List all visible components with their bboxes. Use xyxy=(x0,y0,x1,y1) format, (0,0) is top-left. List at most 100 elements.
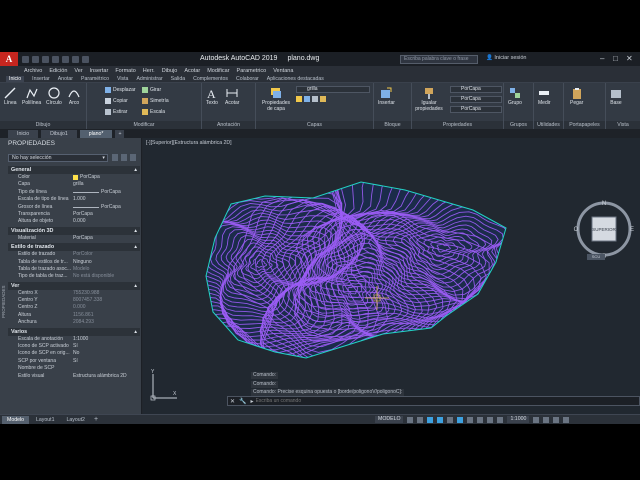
move-button[interactable]: Desplazar xyxy=(105,87,136,93)
tab-aplicaciones[interactable]: Aplicaciones destacadas xyxy=(267,76,324,82)
save-icon[interactable] xyxy=(42,55,49,63)
menu-insertar[interactable]: Insertar xyxy=(90,68,109,74)
property-value[interactable]: Sí xyxy=(73,343,140,350)
rotate-button[interactable]: Girar xyxy=(142,87,161,93)
property-row[interactable]: Estilo visual Estructura alámbrica 2D xyxy=(8,373,140,380)
stretch-button[interactable]: Estirar xyxy=(105,109,127,115)
layer-iso-icon[interactable] xyxy=(304,96,310,102)
group-button[interactable]: Grupo xyxy=(508,87,522,106)
customize-command-icon[interactable]: 🔧 xyxy=(237,398,248,405)
tab-anotar[interactable]: Anotar xyxy=(58,76,73,82)
tab-vista[interactable]: Vista xyxy=(117,76,128,82)
toggle-pickadd-icon[interactable] xyxy=(112,154,118,161)
layout-tab-layout2[interactable]: Layout2 xyxy=(61,416,89,424)
viewcube[interactable]: SUPERIOR N S E O xyxy=(573,198,635,262)
property-row[interactable]: Escala de tipo de línea 1.000 xyxy=(8,196,140,203)
menu-modificar[interactable]: Modificar xyxy=(207,68,229,74)
annotation-scale-dropdown[interactable]: 1:1000 xyxy=(507,416,530,423)
property-value[interactable]: No xyxy=(73,350,140,357)
panel-title-modificar[interactable]: Modificar xyxy=(87,121,201,129)
panel-title-grupos[interactable]: Grupos xyxy=(504,121,533,129)
layer-properties-button[interactable]: Propiedades de capa xyxy=(260,87,292,112)
minimize-icon[interactable]: – xyxy=(600,54,604,63)
property-row[interactable]: Color PorCapa xyxy=(8,174,140,181)
menu-parametrico[interactable]: Parametrico xyxy=(237,68,267,74)
dimension-button[interactable]: Acotar xyxy=(225,87,239,106)
annotation-visibility-icon[interactable] xyxy=(497,416,504,423)
layer-dropdown[interactable]: grilla xyxy=(296,86,370,93)
linetype-dropdown[interactable]: PorCapa xyxy=(450,96,502,103)
ortho-toggle-icon[interactable] xyxy=(427,416,434,423)
property-row[interactable]: Altura de objeto 0.000 xyxy=(8,218,140,225)
drawing-viewport[interactable]: [-][Superior][Estructura alámbrica 2D] S… xyxy=(143,138,640,414)
new-tab-button[interactable]: + xyxy=(115,130,125,138)
print-icon[interactable] xyxy=(62,55,69,63)
property-value[interactable] xyxy=(73,365,140,372)
panel-title-vista[interactable]: Vista xyxy=(606,121,640,129)
property-value[interactable]: Sí xyxy=(73,358,140,365)
panel-title-dibujo[interactable]: Dibujo xyxy=(0,121,86,129)
color-dropdown[interactable]: PorCapa xyxy=(450,86,502,93)
property-row[interactable]: Centro Y 8007457.338 xyxy=(8,297,140,304)
tab-administrar[interactable]: Administrar xyxy=(136,76,162,82)
open-icon[interactable] xyxy=(32,55,39,63)
property-row[interactable]: Centro X 755230.988 xyxy=(8,290,140,297)
property-row[interactable]: Centro Z 0.000 xyxy=(8,304,140,311)
property-row[interactable]: Capa grilla xyxy=(8,181,140,188)
property-row[interactable]: Icono de SCP en orig... No xyxy=(8,350,140,357)
tab-complementos[interactable]: Complementos xyxy=(193,76,228,82)
copy-button[interactable]: Copiar xyxy=(105,98,128,104)
quick-select-icon[interactable] xyxy=(130,154,136,161)
save-as-icon[interactable] xyxy=(52,55,59,63)
property-row[interactable]: Transparencia PorCapa xyxy=(8,211,140,218)
menu-ventana[interactable]: Ventana xyxy=(273,68,293,74)
ucs-menu-button[interactable]: SCU xyxy=(587,254,605,260)
tab-colaborar[interactable]: Colaborar xyxy=(236,76,259,82)
property-row[interactable]: Estilo de trazado PorColor xyxy=(8,251,140,258)
property-row[interactable]: Anchura 2084.293 xyxy=(8,319,140,326)
tab-insertar[interactable]: Insertar xyxy=(32,76,50,82)
property-section-header[interactable]: Ver xyxy=(8,281,140,290)
menu-dibujo[interactable]: Dibujo xyxy=(162,68,178,74)
close-command-icon[interactable]: ✕ xyxy=(228,398,237,405)
property-row[interactable]: Icono de SCP activado Sí xyxy=(8,343,140,350)
maximize-icon[interactable]: □ xyxy=(613,54,618,63)
property-value[interactable]: grilla xyxy=(73,181,140,188)
insert-button[interactable]: Insertar xyxy=(378,87,395,106)
mirror-button[interactable]: Simetría xyxy=(142,98,169,104)
text-button[interactable]: A Texto xyxy=(206,87,218,106)
menu-acotar[interactable]: Acotar xyxy=(184,68,200,74)
layout-tab-modelo[interactable]: Modelo xyxy=(2,415,30,424)
property-value[interactable]: PorCapa xyxy=(73,235,140,242)
property-section-header[interactable]: Estilo de trazado xyxy=(8,243,140,252)
close-icon[interactable]: ✕ xyxy=(626,54,633,63)
polar-toggle-icon[interactable] xyxy=(437,416,444,423)
menu-ver[interactable]: Ver xyxy=(74,68,82,74)
settings-gear-icon[interactable] xyxy=(533,416,540,423)
grid-toggle-icon[interactable] xyxy=(407,416,414,423)
search-input[interactable]: Escriba palabra clave o frase xyxy=(400,55,478,64)
doc-tab-inicio[interactable]: Inicio xyxy=(8,130,39,138)
panel-title-bloque[interactable]: Bloque xyxy=(374,121,411,129)
arc-button[interactable]: Arco xyxy=(68,87,80,106)
property-row[interactable]: Grosor de línea PorCapa xyxy=(8,204,140,211)
property-section-header[interactable]: General xyxy=(8,166,140,174)
selection-cycling-icon[interactable] xyxy=(487,416,494,423)
command-input[interactable] xyxy=(255,398,556,404)
property-row[interactable]: SCP por ventana Sí xyxy=(8,358,140,365)
property-row[interactable]: Tipo de línea PorCapa xyxy=(8,189,140,196)
panel-title-utilidades[interactable]: Utilidades xyxy=(534,121,563,129)
doc-tab-plano[interactable]: plano* xyxy=(79,130,113,138)
scale-button[interactable]: Escala xyxy=(142,109,165,115)
property-value[interactable]: PorCapa xyxy=(73,204,140,211)
isodraft-toggle-icon[interactable] xyxy=(447,416,454,423)
measure-button[interactable]: Medir xyxy=(538,87,551,106)
property-value[interactable]: 1:1000 xyxy=(73,336,140,343)
new-icon[interactable] xyxy=(22,55,29,63)
autocad-logo-button[interactable]: A xyxy=(0,52,18,66)
layout-tab-layout1[interactable]: Layout1 xyxy=(31,416,59,424)
property-row[interactable]: Material PorCapa xyxy=(8,235,140,242)
panel-title-propiedades[interactable]: Propiedades xyxy=(412,121,503,129)
property-value[interactable]: PorCapa xyxy=(73,174,140,181)
tab-parametrico[interactable]: Paramétrico xyxy=(81,76,109,82)
